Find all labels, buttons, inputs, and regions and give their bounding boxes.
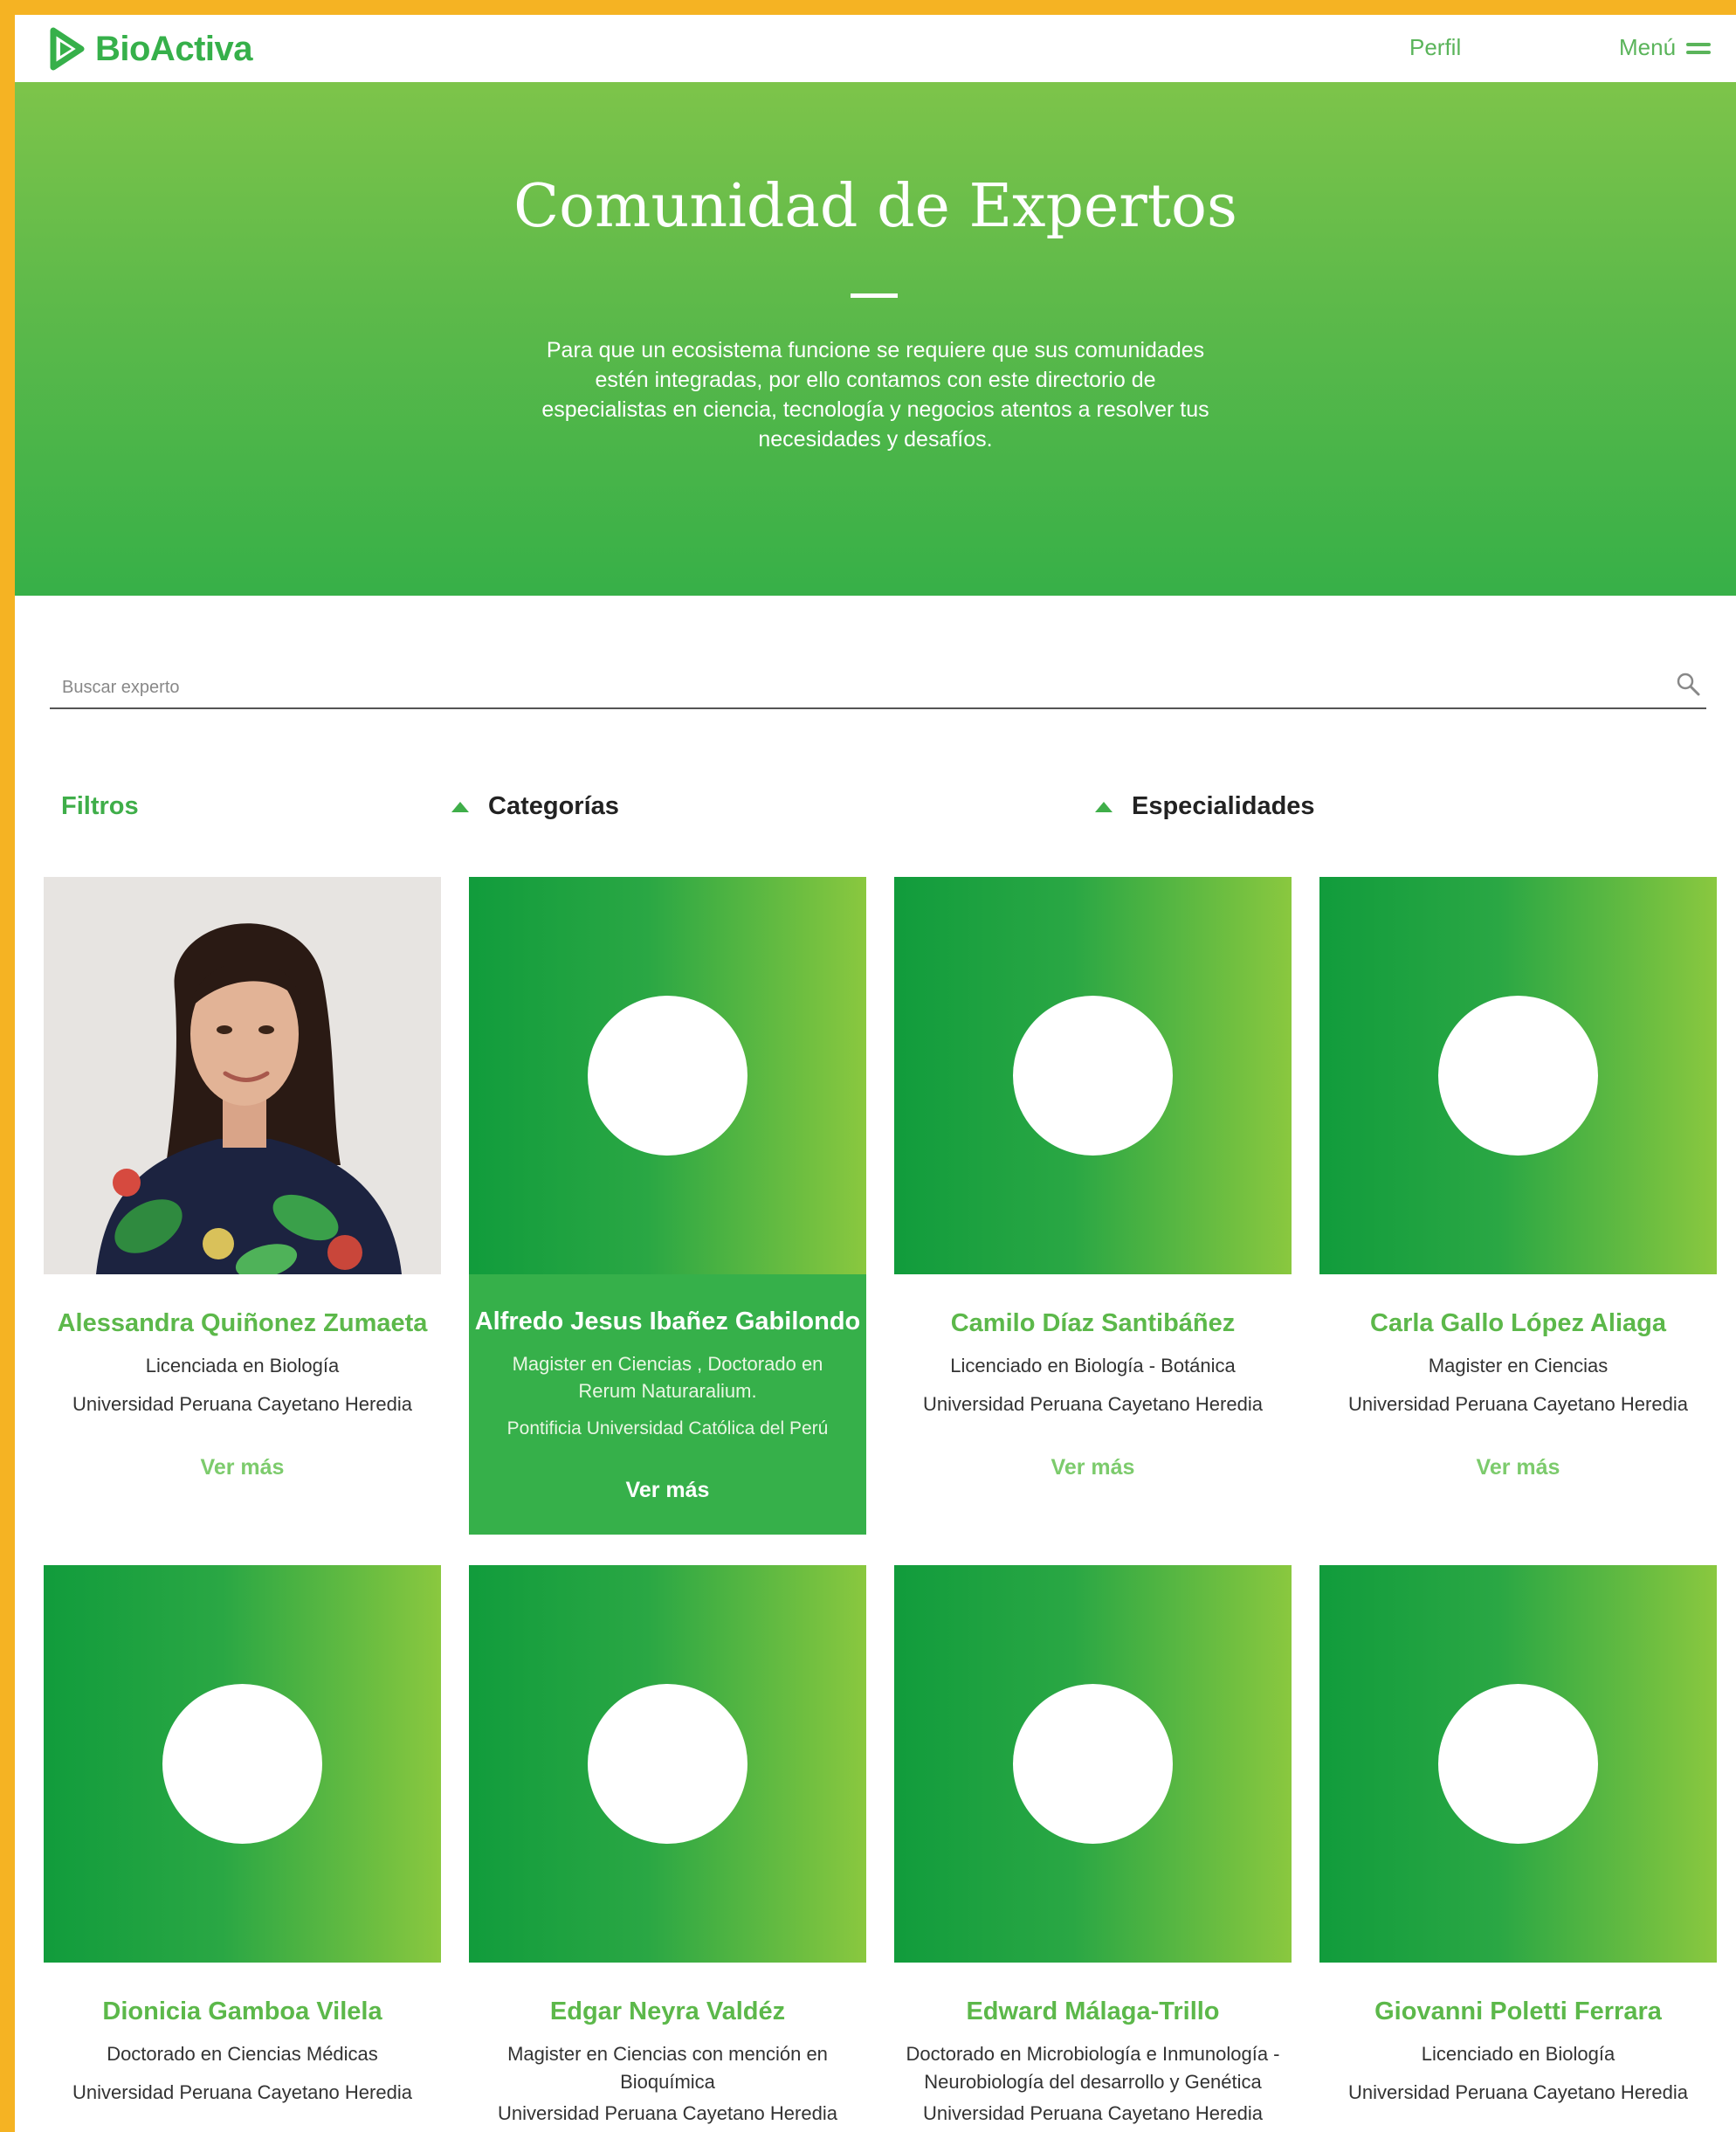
expert-university: Universidad Peruana Cayetano Heredia xyxy=(72,1393,412,1415)
expert-degree: Doctorado en Microbiología e Inmunología… xyxy=(906,2043,1280,2093)
expert-photo-placeholder xyxy=(44,1565,441,1963)
expert-photo-placeholder xyxy=(1319,1565,1717,1963)
expert-university: Universidad Peruana Cayetano Heredia xyxy=(923,1393,1263,1415)
search-bar xyxy=(50,666,1706,709)
expert-card-body: Alfredo Jesus Ibañez Gabilondo Magister … xyxy=(469,1274,866,1535)
expert-degree: Doctorado en Ciencias Médicas xyxy=(107,2043,378,2065)
expert-photo-placeholder xyxy=(469,1565,866,1963)
caret-up-icon xyxy=(1095,801,1113,812)
expert-photo-placeholder xyxy=(894,877,1292,1274)
ver-mas-link[interactable]: Ver más xyxy=(1319,1455,1717,1480)
expert-name[interactable]: Dionicia Gamboa Vilela xyxy=(44,1997,441,2026)
expert-degree: Magister en Ciencias con mención en Bioq… xyxy=(507,2043,828,2093)
expert-card-body: Giovanni Poletti Ferrara Licenciado en B… xyxy=(1319,1963,1717,2107)
expert-photo-placeholder xyxy=(1319,877,1717,1274)
circle-placeholder-icon xyxy=(588,996,747,1156)
expert-name[interactable]: Camilo Díaz Santibáñez xyxy=(894,1309,1292,1338)
expert-name[interactable]: Carla Gallo López Aliaga xyxy=(1319,1309,1717,1338)
expert-degree: Magister en Ciencias xyxy=(1428,1355,1609,1376)
expert-university: Universidad Peruana Cayetano Heredia xyxy=(72,2081,412,2103)
page-frame: BioActiva Perfil Menú Comunidad de Exper… xyxy=(15,15,1736,2132)
expert-photo-placeholder xyxy=(469,877,866,1274)
expert-university: Universidad Peruana Cayetano Heredia xyxy=(1348,2081,1688,2103)
circle-placeholder-icon xyxy=(162,1684,322,1844)
play-triangle-icon xyxy=(50,27,85,71)
page-title: Comunidad de Expertos xyxy=(513,172,1237,241)
expert-degree: Magister en Ciencias , Doctorado en Reru… xyxy=(512,1353,823,1402)
portrait-image xyxy=(44,877,441,1274)
profile-link[interactable]: Perfil xyxy=(1409,34,1461,61)
caret-up-icon xyxy=(451,801,469,812)
expert-degree: Licenciada en Biología xyxy=(145,1355,340,1376)
expert-card-body: Camilo Díaz Santibáñez Licenciado en Bio… xyxy=(894,1274,1292,1480)
search-input[interactable] xyxy=(60,673,1636,702)
categories-label: Categorías xyxy=(488,792,619,820)
expert-name[interactable]: Alessandra Quiñonez Zumaeta xyxy=(44,1309,441,1338)
expert-name[interactable]: Edgar Neyra Valdéz xyxy=(469,1997,866,2026)
expert-photo-placeholder xyxy=(894,1565,1292,1963)
filters-label: Filtros xyxy=(61,792,139,820)
expert-name[interactable]: Giovanni Poletti Ferrara xyxy=(1319,1997,1717,2026)
ver-mas-link[interactable]: Ver más xyxy=(894,1455,1292,1480)
expert-photo xyxy=(44,877,441,1274)
ver-mas-link[interactable]: Ver más xyxy=(44,1455,441,1480)
expert-card-body: Carla Gallo López Aliaga Magister en Cie… xyxy=(1319,1274,1717,1480)
expert-degree: Licenciado en Biología - Botánica xyxy=(950,1355,1236,1376)
search-icon[interactable] xyxy=(1675,671,1701,697)
expert-degree: Licenciado en Biología xyxy=(1421,2043,1615,2065)
specialties-label: Especialidades xyxy=(1132,792,1315,820)
brand-name: BioActiva xyxy=(95,29,253,68)
circle-placeholder-icon xyxy=(1438,996,1598,1156)
expert-name[interactable]: Alfredo Jesus Ibañez Gabilondo xyxy=(469,1307,866,1336)
expert-university: Universidad Peruana Cayetano Heredia xyxy=(923,2102,1263,2124)
hero-banner: Comunidad de Expertos Para que un ecosis… xyxy=(15,82,1736,596)
circle-placeholder-icon xyxy=(1013,996,1173,1156)
circle-placeholder-icon xyxy=(1013,1684,1173,1844)
circle-placeholder-icon xyxy=(588,1684,747,1844)
expert-university: Universidad Peruana Cayetano Heredia xyxy=(1348,1393,1688,1415)
specialties-filter-toggle[interactable]: Especialidades xyxy=(1095,792,1315,821)
expert-card-body: Edgar Neyra Valdéz Magister en Ciencias … xyxy=(469,1963,866,2128)
menu-label: Menú xyxy=(1619,34,1677,60)
hamburger-icon xyxy=(1686,41,1712,55)
brand-logo[interactable]: BioActiva xyxy=(46,27,253,71)
ver-mas-link[interactable]: Ver más xyxy=(469,1478,866,1503)
expert-university: Universidad Peruana Cayetano Heredia xyxy=(498,2102,837,2124)
expert-card-body: Alessandra Quiñonez Zumaeta Licenciada e… xyxy=(44,1274,441,1480)
expert-university: Pontificia Universidad Católica del Perú xyxy=(506,1418,829,1439)
expert-card-body: Dionicia Gamboa Vilela Doctorado en Cien… xyxy=(44,1963,441,2107)
top-navigation-bar: BioActiva Perfil Menú xyxy=(15,15,1736,83)
expert-card-body: Edward Málaga-Trillo Doctorado en Microb… xyxy=(894,1963,1292,2128)
expert-name[interactable]: Edward Málaga-Trillo xyxy=(894,1997,1292,2026)
categories-filter-toggle[interactable]: Categorías xyxy=(451,792,619,821)
circle-placeholder-icon xyxy=(1438,1684,1598,1844)
menu-button[interactable]: Menú xyxy=(1619,34,1712,61)
title-divider xyxy=(851,293,898,298)
hero-description: Para que un ecosistema funcione se requi… xyxy=(541,338,1209,452)
